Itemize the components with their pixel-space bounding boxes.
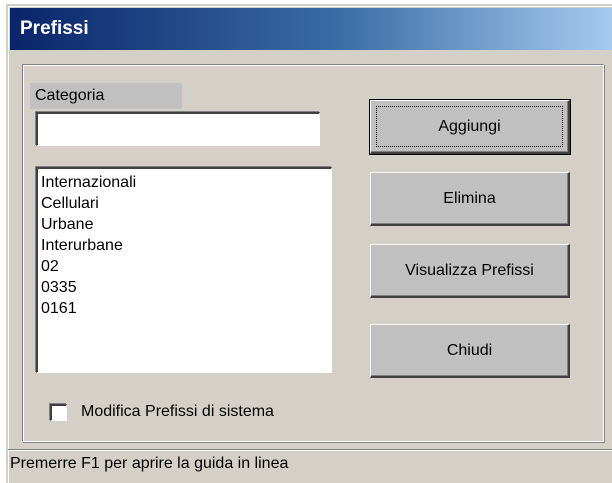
list-item[interactable]: 0161 [41, 298, 328, 319]
category-input[interactable] [36, 112, 320, 146]
list-item[interactable]: Internazionali [41, 172, 328, 193]
list-item[interactable]: Urbane [41, 214, 328, 235]
close-button-label: Chiudi [446, 341, 493, 359]
category-label: Categoria [30, 83, 182, 109]
list-item[interactable]: Cellulari [41, 193, 328, 214]
system-prefixes-checkbox-label: Modifica Prefissi di sistema [81, 403, 274, 420]
status-text: Premerre F1 per aprire la guida in linea [10, 455, 289, 472]
delete-button[interactable]: Elimina [370, 172, 570, 226]
list-item[interactable]: Interurbane [41, 235, 328, 256]
view-prefixes-button-label: Visualizza Prefissi [405, 261, 534, 279]
system-prefixes-checkbox[interactable] [50, 403, 67, 421]
status-bar: Premerre F1 per aprire la guida in linea [8, 449, 612, 477]
window-title: Prefissi [20, 18, 89, 39]
close-button[interactable]: Chiudi [370, 324, 570, 378]
list-item[interactable]: 02 [41, 256, 328, 277]
add-button[interactable]: Aggiungi [369, 99, 571, 155]
system-prefixes-checkbox-row[interactable]: Modifica Prefissi di sistema [50, 400, 274, 424]
view-prefixes-button[interactable]: Visualizza Prefissi [370, 244, 570, 298]
prefix-listbox[interactable]: Internazionali Cellulari Urbane Interurb… [36, 167, 332, 373]
title-bar[interactable]: Prefissi [10, 8, 612, 50]
list-item[interactable]: 0335 [41, 277, 328, 298]
add-button-label: Aggiungi [438, 117, 501, 135]
delete-button-label: Elimina [443, 189, 496, 207]
